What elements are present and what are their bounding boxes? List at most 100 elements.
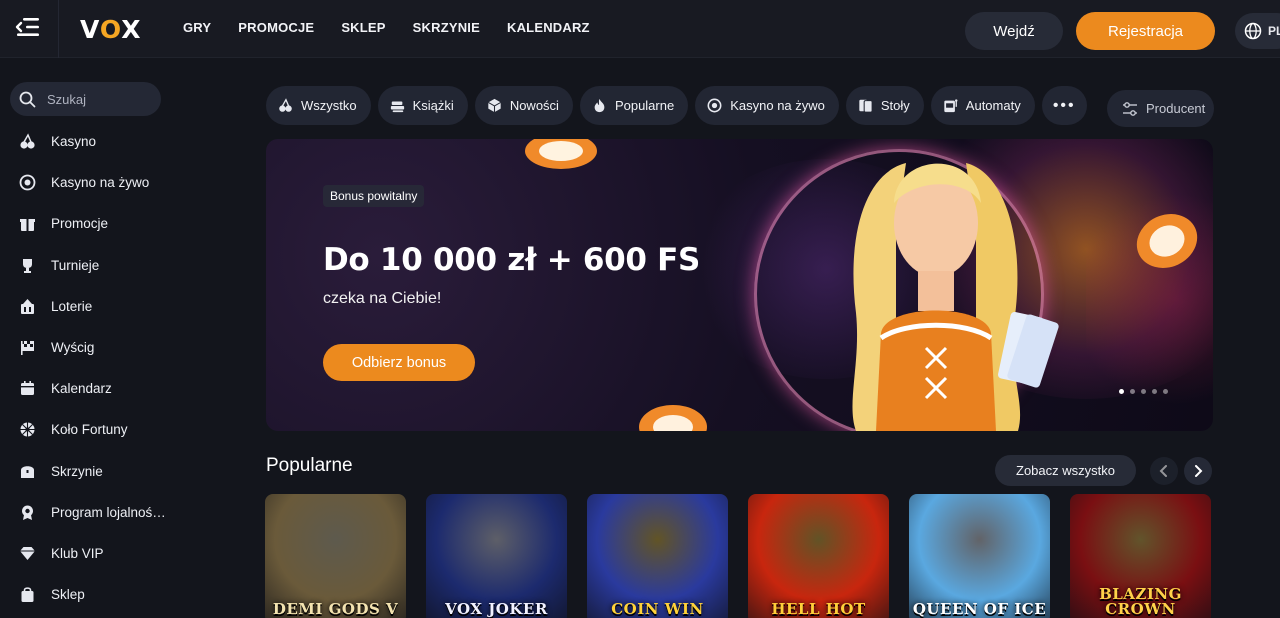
category-chip[interactable]: Popularne: [579, 86, 689, 125]
filter-sliders-icon: [1123, 101, 1137, 116]
game-tile[interactable]: HELL HOT: [748, 494, 889, 618]
game-tile[interactable]: BLAZING CROWN: [1070, 494, 1211, 618]
sidebar-item-skrzynie[interactable]: Skrzynie: [0, 451, 185, 492]
nav-chests[interactable]: SKRZYNIE: [413, 20, 480, 35]
sidebar-item-label: Sklep: [51, 587, 85, 603]
sidebar-item-koło-fortuny[interactable]: Koło Fortuny: [0, 409, 185, 450]
category-chip-label: Książki: [412, 98, 454, 113]
nav-games[interactable]: GRY: [183, 20, 211, 35]
chest-icon: [19, 463, 36, 480]
cherries-icon: [19, 133, 36, 150]
game-tile[interactable]: DEMI GODS V: [265, 494, 406, 618]
game-title: DEMI GODS V: [272, 600, 399, 618]
sidebar-item-kasyno[interactable]: Kasyno: [0, 121, 185, 162]
sidebar-item-label: Program lojalności...: [51, 504, 169, 520]
search-icon: [19, 91, 36, 107]
register-button[interactable]: Rejestracja: [1076, 12, 1215, 50]
slot-machine-icon: [943, 98, 958, 113]
sidebar-item-sklep[interactable]: Sklep: [0, 574, 185, 615]
language-selector[interactable]: PL: [1235, 13, 1280, 49]
category-chip-label: Stoły: [880, 98, 910, 113]
books-icon: [390, 98, 405, 113]
game-title: QUEEN OF ICE: [912, 600, 1047, 618]
sidebar-item-wyścig[interactable]: Wyścig: [0, 327, 185, 368]
collapse-menu-button[interactable]: [14, 14, 42, 40]
game-tile[interactable]: QUEEN OF ICE: [909, 494, 1050, 618]
nav-calendar[interactable]: KALENDARZ: [507, 20, 590, 35]
banner-title: Do 10 000 zł + 600 FS: [323, 242, 701, 278]
promo-banner[interactable]: Bonus powitalny Do 10 000 zł + 600 FS cz…: [266, 139, 1213, 431]
sidebar-item-label: Kalendarz: [51, 381, 112, 397]
cards-icon: [858, 98, 873, 113]
carousel-next-button[interactable]: [1184, 457, 1212, 485]
sidebar-item-program-lojalności[interactable]: Program lojalności...: [0, 492, 185, 533]
category-chip-label: Automaty: [965, 98, 1021, 113]
category-chip-label: Popularne: [614, 98, 675, 113]
top-navigation: GRY PROMOCJE SKLEP SKRZYNIE KALENDARZ: [183, 20, 590, 35]
sidebar-menu: Kasyno Kasyno na żywo Promocje Turnieje Lote…: [0, 121, 185, 615]
producer-filter-button[interactable]: Producent: [1107, 90, 1214, 127]
carousel-dot[interactable]: [1152, 389, 1157, 394]
game-tile[interactable]: COIN WIN: [587, 494, 728, 618]
shop-bag-icon: [19, 586, 36, 603]
menu-collapse-icon: [15, 18, 39, 36]
game-tile[interactable]: VOX JOKER: [426, 494, 567, 618]
search-input[interactable]: [47, 91, 147, 107]
sidebar-item-loterie[interactable]: Loterie: [0, 286, 185, 327]
banner-subtitle: czeka na Ciebie!: [323, 290, 442, 307]
more-categories-button[interactable]: •••: [1041, 86, 1087, 125]
see-all-button[interactable]: Zobacz wszystko: [995, 455, 1136, 486]
carousel-dot[interactable]: [1163, 389, 1168, 394]
welcome-bonus-badge: Bonus powitalny: [323, 185, 425, 207]
sidebar-item-label: Loterie: [51, 298, 93, 314]
popular-section-title: Popularne: [266, 455, 353, 476]
search-box[interactable]: [10, 82, 161, 116]
claim-bonus-button[interactable]: Odbierz bonus: [323, 344, 475, 381]
category-chip[interactable]: Wszystko: [266, 86, 371, 125]
game-title: BLAZING CROWN: [1099, 584, 1182, 618]
login-button[interactable]: Wejdź: [965, 12, 1063, 50]
category-chip[interactable]: Automaty: [930, 86, 1035, 125]
category-chip[interactable]: Stoły: [845, 86, 924, 125]
globe-icon: [1244, 22, 1262, 40]
logo-text: VOX: [80, 14, 142, 44]
popular-games-row: DEMI GODS V VOX JOKER COIN WIN HELL HOT QUEE…: [265, 494, 1211, 618]
sidebar-item-label: Wyścig: [51, 340, 95, 356]
carousel-dot[interactable]: [1119, 389, 1124, 394]
sidebar-item-label: Koło Fortuny: [51, 422, 128, 438]
carousel-dot[interactable]: [1141, 389, 1146, 394]
sidebar-item-label: Skrzynie: [51, 463, 103, 479]
game-title: COIN WIN: [611, 600, 704, 618]
nav-shop[interactable]: SKLEP: [341, 20, 385, 35]
carousel-dot[interactable]: [1130, 389, 1135, 394]
category-chip[interactable]: Kasyno na żywo: [695, 86, 839, 125]
category-chip-label: Wszystko: [301, 98, 357, 113]
chip-icon: [707, 98, 722, 113]
calendar-icon: [19, 380, 36, 397]
sidebar-item-klub-vip[interactable]: Klub VIP: [0, 533, 185, 574]
carousel-prev-button[interactable]: [1150, 457, 1178, 485]
cherries-icon: [278, 98, 293, 113]
trophy-icon: [19, 257, 36, 274]
category-chip[interactable]: Książki: [377, 86, 468, 125]
sidebar-item-kasyno-na-żywo[interactable]: Kasyno na żywo: [0, 162, 185, 203]
chevron-left-icon: [1159, 465, 1167, 477]
new-cube-icon: [487, 98, 502, 113]
sidebar-item-label: Turnieje: [51, 257, 100, 273]
sidebar-item-turnieje[interactable]: Turnieje: [0, 245, 185, 286]
sidebar-item-label: Klub VIP: [51, 545, 104, 561]
top-header: VOX GRY PROMOCJE SKLEP SKRZYNIE KALENDAR…: [0, 0, 1280, 58]
diamond-icon: [19, 545, 36, 562]
category-chips: Wszystko Książki Nowości Popularne Kasyno na…: [266, 86, 1087, 125]
gift-icon: [19, 215, 36, 232]
category-chip[interactable]: Nowości: [474, 86, 573, 125]
sidebar-item-label: Kasyno: [51, 134, 97, 150]
header-divider: [58, 0, 59, 58]
sidebar-item-kalendarz[interactable]: Kalendarz: [0, 368, 185, 409]
sidebar-item-promocje[interactable]: Promocje: [0, 203, 185, 244]
category-chip-label: Kasyno na żywo: [730, 98, 825, 113]
category-chip-label: Nowości: [509, 98, 559, 113]
vox-logo[interactable]: VOX: [80, 14, 142, 44]
nav-promotions[interactable]: PROMOCJE: [238, 20, 314, 35]
loyalty-icon: [19, 504, 36, 521]
